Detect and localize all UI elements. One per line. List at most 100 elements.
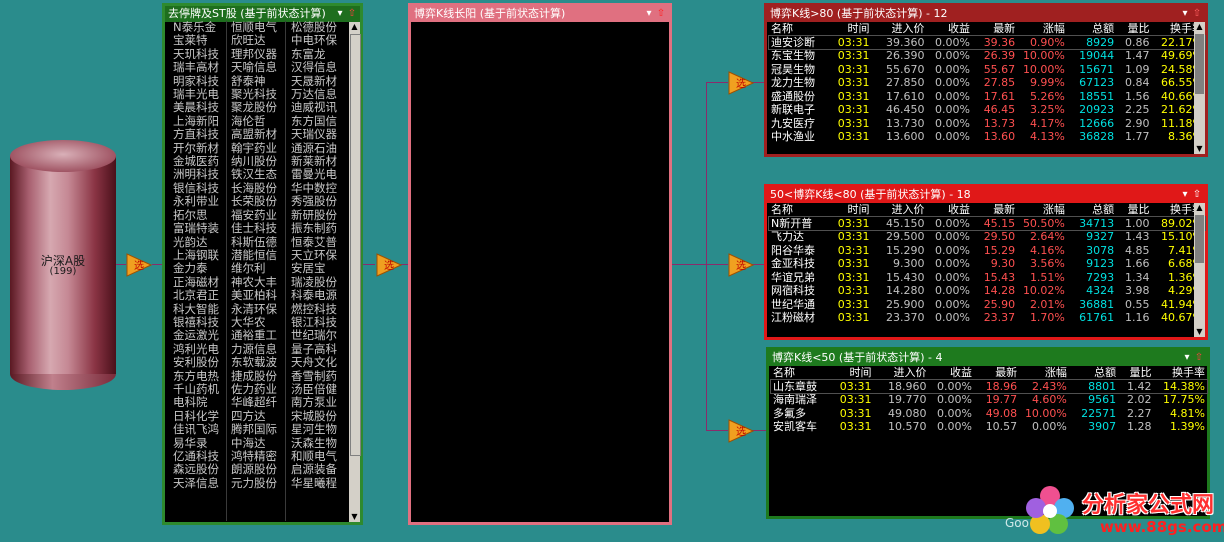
table-row[interactable]: 东宝生物 03:31 26.390 0.00% 26.39 10.00% 19044 1.47… [769,49,1205,63]
column-header[interactable]: 收益 [927,203,972,217]
long-yang-panel[interactable]: 博弈K线长阳 (基于前状态计算) ▾ ⇧ [408,3,672,525]
stock-list-item[interactable]: 美晨科技 [173,101,219,115]
table-row[interactable]: 中水渔业 03:31 13.600 0.00% 13.60 4.13% 36828 1.77 8… [769,130,1205,144]
stock-list-item[interactable]: 上海钢联 [173,248,219,262]
stock-list-item[interactable]: 安居宝 [291,261,337,275]
stock-list-item[interactable]: 振东制药 [291,221,337,235]
column-header[interactable]: 涨幅 [1017,203,1067,217]
stock-list-item[interactable]: 美亚柏科 [231,288,277,302]
stock-list-item[interactable]: 上海新阳 [173,114,219,128]
stock-list-item[interactable]: 洲明科技 [173,168,219,182]
table-row[interactable]: 飞力达 03:31 29.500 0.00% 29.50 2.64% 9327 1.43 15.… [769,230,1205,244]
stock-list-item[interactable]: 万达信息 [291,87,337,101]
filter-arrow-icon[interactable]: 选 [126,252,152,278]
stock-list-item[interactable]: 华中数控 [291,181,337,195]
column-header[interactable]: 最新 [972,22,1017,36]
stock-list-item[interactable]: 纳川股份 [231,154,277,168]
stock-list-item[interactable]: 通裕重工 [231,328,277,342]
table-row[interactable]: 阳谷华泰 03:31 15.290 0.00% 15.29 4.16% 3078 4.85 7.… [769,244,1205,258]
table-row[interactable]: 网宿科技 03:31 14.280 0.00% 14.28 10.02% 4324 3.98 4… [769,284,1205,298]
scroll-down-icon[interactable]: ▼ [349,512,360,522]
stock-list-item[interactable]: 富瑞特装 [173,221,219,235]
stock-list-item[interactable]: 永清环保 [231,302,277,316]
stock-list-item[interactable]: 汉得信息 [291,60,337,74]
collapse-icon[interactable]: ⇧ [1191,188,1203,202]
stock-list-item[interactable]: 科大智能 [173,302,219,316]
column-header[interactable]: 收益 [929,366,974,380]
stock-list-item[interactable]: 理邦仪器 [231,47,277,61]
stock-list-item[interactable]: 方直科技 [173,127,219,141]
column-header[interactable]: 涨幅 [1017,22,1067,36]
stock-list-item[interactable]: 高盟新材 [231,127,277,141]
collapse-icon[interactable]: ⇧ [346,7,358,21]
stock-list-item[interactable]: 量子高科 [291,342,337,356]
column-header[interactable]: 进入价 [872,22,927,36]
column-header[interactable]: 名称 [771,366,834,380]
stock-list-item[interactable]: 天舟文化 [291,355,337,369]
stock-list-item[interactable]: 舒泰神 [231,74,277,88]
stock-list-item[interactable]: 维尔利 [231,261,277,275]
stock-list-item[interactable]: 聚龙股份 [231,101,277,115]
result-panel-above-80[interactable]: 博弈K线>80 (基于前状态计算) - 12 ▾ ⇧ 名称 时间 进入价 收益 最新 涨幅总… [764,3,1208,157]
stock-list-item[interactable]: 长海股份 [231,181,277,195]
stock-list-item[interactable]: 新研股份 [291,208,337,222]
stock-list-item[interactable]: 科泰电源 [291,288,337,302]
column-header[interactable]: 时间 [832,203,872,217]
stock-list-item[interactable]: 福安药业 [231,208,277,222]
stock-list-item[interactable]: 佳讯飞鸿 [173,422,219,436]
stock-list-item[interactable]: 天喻信息 [231,60,277,74]
stock-list-item[interactable]: 秀强股份 [291,194,337,208]
stock-list-item[interactable]: 宋城股份 [291,409,337,423]
source-cylinder[interactable]: 沪深A股 (199) [10,140,116,390]
filter-arrow-icon[interactable]: 选 [728,252,754,278]
dropdown-icon[interactable]: ▾ [1179,188,1191,202]
stock-list-item[interactable]: 光韵达 [173,235,219,249]
stock-list-item[interactable]: 佐力药业 [231,382,277,396]
stock-list-item[interactable]: 银信科技 [173,181,219,195]
column-header[interactable]: 时间 [834,366,874,380]
stock-list-item[interactable]: 新莱新材 [291,154,337,168]
stock-list-item[interactable]: 沃森生物 [291,436,337,450]
stock-list-item[interactable]: 永利带业 [173,194,219,208]
stock-list-item[interactable]: 天晟新材 [291,74,337,88]
column-header[interactable]: 最新 [972,203,1017,217]
stock-list-item[interactable]: 汤臣倍健 [291,382,337,396]
stock-list-item[interactable]: 金城医药 [173,154,219,168]
table-row[interactable]: 龙力生物 03:31 27.850 0.00% 27.85 9.99% 67123 0.84 6… [769,76,1205,90]
stock-list-item[interactable]: 瑞丰光电 [173,87,219,101]
vertical-scrollbar[interactable]: ▲ ▼ [1194,22,1205,154]
table-row[interactable]: 山东章鼓 03:31 18.960 0.00% 18.96 2.43% 8801 1.42 14… [770,378,1208,394]
stock-list-item[interactable]: 雷曼光电 [291,168,337,182]
stock-list-item[interactable]: 启源装备 [291,462,337,476]
stock-list-panel[interactable]: 去停牌及ST股 (基于前状态计算) ▾ ⇧ N泰乐金 宝莱特 天玑科技 瑞丰高材 明家科技… [162,3,363,525]
stock-list-item[interactable]: 翰宇药业 [231,141,277,155]
vertical-scrollbar[interactable]: ▲ ▼ [1194,203,1205,337]
stock-list-item[interactable]: 华峰超纤 [231,395,277,409]
stock-list-item[interactable]: 中电环保 [291,33,337,47]
stock-list-item[interactable]: 神农大丰 [231,275,277,289]
scroll-up-icon[interactable]: ▲ [349,22,360,32]
stock-list-item[interactable]: 元力股份 [231,476,277,490]
result-panel-50-80[interactable]: 50<博弈K线<80 (基于前状态计算) - 18 ▾ ⇧ 名称 时间 进入价 收益 最新… [764,184,1208,340]
scroll-thumb[interactable] [350,34,361,456]
stock-list-item[interactable]: 香雪制药 [291,369,337,383]
stock-list-item[interactable]: 腾邦国际 [231,422,277,436]
filter-arrow-icon[interactable]: 选 [376,252,402,278]
stock-list-item[interactable]: 朗源股份 [231,462,277,476]
column-header[interactable]: 时间 [832,22,872,36]
dropdown-icon[interactable]: ▾ [1179,7,1191,21]
scroll-thumb[interactable] [1195,215,1204,263]
stock-list-item[interactable]: 铁汉生态 [231,168,277,182]
stock-list-item[interactable]: 电科院 [173,395,219,409]
stock-list-item[interactable]: 易华录 [173,436,219,450]
stock-list-item[interactable]: 拓尔思 [173,208,219,222]
column-header[interactable]: 进入价 [874,366,929,380]
stock-list-item[interactable]: 华星曦程 [291,476,337,490]
column-header[interactable]: 量比 [1116,22,1151,36]
stock-list-item[interactable]: 松德股份 [291,20,337,34]
stock-list-item[interactable]: 四方达 [231,409,277,423]
filter-arrow-icon[interactable]: 选 [728,70,754,96]
table-row[interactable]: 金亚科技 03:31 9.300 0.00% 9.30 3.56% 9123 1.66 6.68… [769,257,1205,271]
stock-list-item[interactable]: 大华农 [231,315,277,329]
column-header[interactable]: 名称 [769,22,832,36]
